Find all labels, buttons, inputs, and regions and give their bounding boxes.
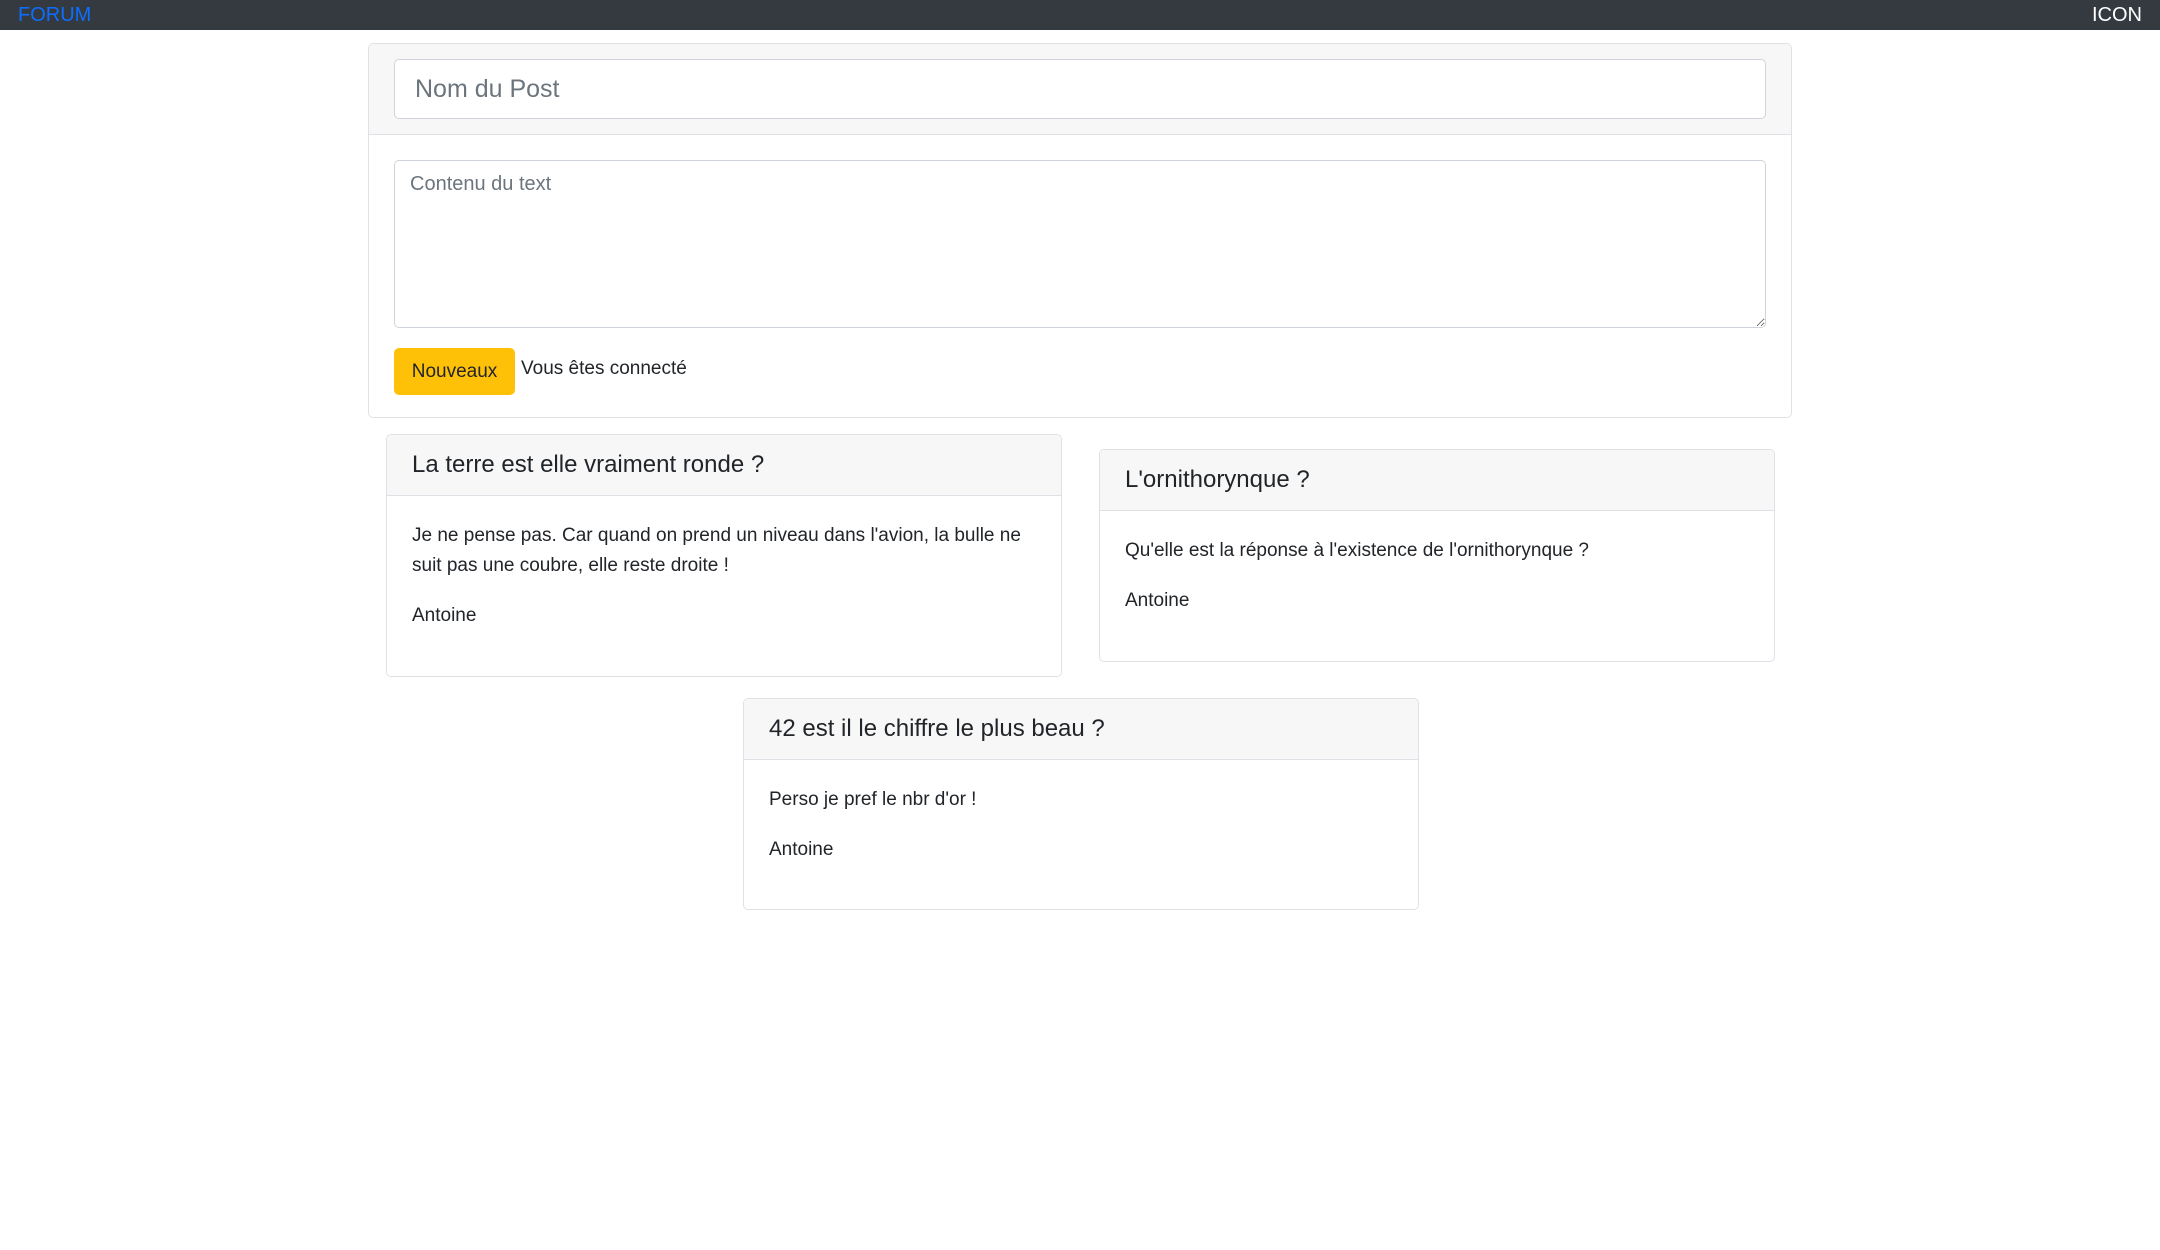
post-card: 42 est il le chiffre le plus beau ? Pers… (743, 698, 1419, 910)
post-author: Antoine (769, 839, 834, 860)
post-body: Perso je pref le nbr d'or ! Antoine (744, 760, 1418, 895)
post-author: Antoine (1125, 590, 1190, 611)
post-body: Je ne pense pas. Car quand on prend un n… (387, 496, 1061, 661)
post-text: Qu'elle est la réponse à l'existence de … (1125, 540, 1589, 561)
icon-link[interactable]: ICON (2092, 4, 2142, 26)
post-card: L'ornithorynque ? Qu'elle est la réponse… (1099, 449, 1775, 662)
post-content-textarea[interactable] (394, 160, 1766, 328)
post-text: Perso je pref le nbr d'or ! (769, 789, 977, 810)
forum-brand-link[interactable]: FORUM (18, 4, 91, 26)
new-post-form: Nouveaux Vous êtes connecté (368, 43, 1792, 418)
top-navbar: FORUM ICON (0, 0, 2160, 30)
post-title: L'ornithorynque ? (1100, 450, 1774, 511)
post-author: Antoine (412, 605, 477, 626)
post-title: La terre est elle vraiment ronde ? (387, 435, 1061, 496)
post-card: La terre est elle vraiment ronde ? Je ne… (386, 434, 1062, 677)
post-body: Qu'elle est la réponse à l'existence de … (1100, 511, 1774, 646)
post-title: 42 est il le chiffre le plus beau ? (744, 699, 1418, 760)
post-title-input[interactable] (394, 59, 1766, 119)
post-text: Je ne pense pas. Car quand on prend un n… (412, 525, 1021, 576)
login-status-text: Vous êtes connecté (521, 358, 687, 379)
new-post-button[interactable]: Nouveaux (394, 348, 515, 395)
